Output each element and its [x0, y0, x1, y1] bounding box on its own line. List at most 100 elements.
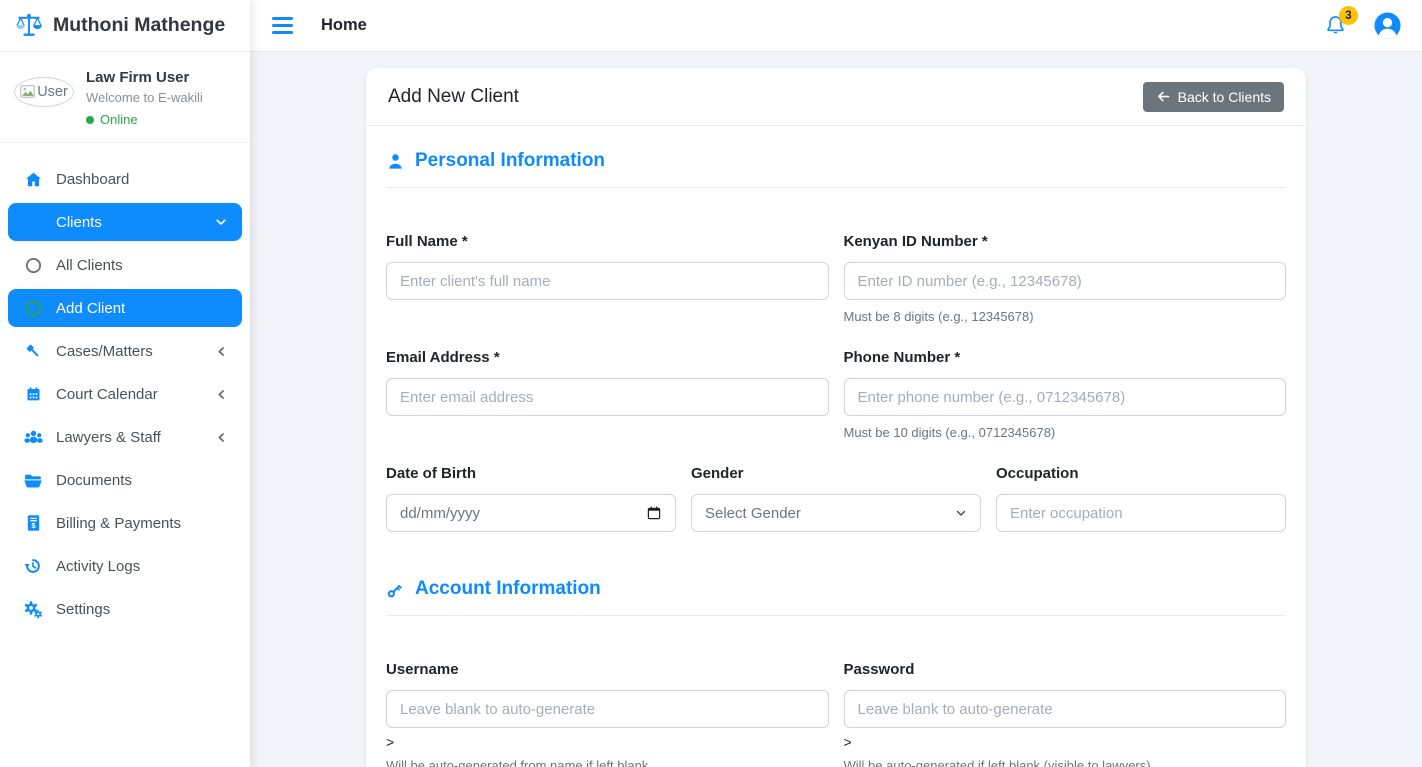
back-to-clients-button[interactable]: Back to Clients [1143, 82, 1284, 112]
sidebar-item-label: Cases/Matters [56, 343, 153, 360]
email-input[interactable] [386, 378, 829, 416]
sidebar-item-activity-logs[interactable]: Activity Logs [8, 547, 242, 585]
sidebar-item-label: Documents [56, 472, 132, 489]
sidebar-item-label: All Clients [56, 257, 123, 274]
gender-select[interactable]: Select Gender [691, 494, 981, 532]
password-help: Will be auto-generated if left blank (vi… [844, 758, 1287, 767]
gavel-icon [21, 342, 45, 360]
broken-image-icon [20, 85, 36, 99]
hamburger-menu-icon[interactable] [272, 17, 293, 34]
cogs-icon [21, 600, 45, 619]
gender-label: Gender [691, 465, 981, 482]
form-row-4: Username > Will be auto-generated from n… [386, 661, 1286, 767]
phone-label: Phone Number * [844, 349, 1287, 366]
form-row-1: Full Name * Kenyan ID Number * Must be 8… [386, 233, 1286, 324]
full-name-input[interactable] [386, 262, 829, 300]
user-welcome: Welcome to E-wakili [86, 90, 203, 105]
sidebar-nav: Dashboard Clients All Clients Add Client [0, 143, 250, 633]
user-panel-info: Law Firm User Welcome to E-wakili Online [86, 69, 203, 127]
key-icon [386, 580, 405, 599]
dob-label: Date of Birth [386, 465, 676, 482]
sidebar-item-label: Dashboard [56, 171, 129, 188]
personal-information-heading: Personal Information [386, 150, 1286, 172]
sidebar-item-label: Court Calendar [56, 386, 158, 403]
field-username: Username > Will be auto-generated from n… [386, 661, 829, 767]
sidebar-item-lawyers-staff[interactable]: Lawyers & Staff [8, 418, 242, 456]
username-input[interactable] [386, 690, 829, 728]
arrow-left-icon [1156, 89, 1171, 104]
kenyan-id-help: Must be 8 digits (e.g., 12345678) [844, 309, 1287, 324]
sidebar-item-billing-payments[interactable]: $ Billing & Payments [8, 504, 242, 542]
svg-text:$: $ [31, 521, 36, 530]
user-avatar[interactable] [1373, 11, 1402, 40]
sidebar-item-dashboard[interactable]: Dashboard [8, 160, 242, 198]
occupation-label: Occupation [996, 465, 1286, 482]
kenyan-id-label: Kenyan ID Number * [844, 233, 1287, 250]
form-row-3: Date of Birth dd/mm/yyyy Gender Select G… [386, 465, 1286, 532]
notifications-bell[interactable]: 3 [1324, 14, 1347, 37]
user-status: Online [86, 112, 203, 127]
occupation-input[interactable] [996, 494, 1286, 532]
field-gender: Gender Select Gender [691, 465, 981, 532]
field-full-name: Full Name * [386, 233, 829, 324]
brand-title: Muthoni Mathenge [53, 14, 225, 37]
chevron-left-icon [215, 345, 228, 358]
sidebar-item-label: Clients [56, 214, 102, 231]
topnav-right: 3 [1324, 11, 1402, 40]
user-name: Law Firm User [86, 69, 203, 86]
calendar-picker-icon[interactable] [646, 505, 662, 521]
broken-avatar-image: User [14, 77, 74, 107]
content-area: Add New Client Back to Clients Personal … [250, 52, 1422, 767]
kenyan-id-input[interactable] [844, 262, 1287, 300]
username-label: Username [386, 661, 829, 678]
field-kenyan-id: Kenyan ID Number * Must be 8 digits (e.g… [844, 233, 1287, 324]
sidebar-item-documents[interactable]: Documents [8, 461, 242, 499]
page-title: Add New Client [388, 86, 519, 108]
password-input[interactable] [844, 690, 1287, 728]
users-icon [21, 428, 45, 446]
top-navbar: Home 3 [250, 0, 1422, 52]
notification-badge[interactable]: 3 [1339, 6, 1358, 25]
full-name-label: Full Name * [386, 233, 829, 250]
username-help: Will be auto-generated from name if left… [386, 758, 829, 767]
phone-input[interactable] [844, 378, 1287, 416]
chevron-down-icon [214, 215, 228, 229]
online-dot [86, 116, 94, 124]
field-password: Password > Will be auto-generated if lef… [844, 661, 1287, 767]
field-phone: Phone Number * Must be 10 digits (e.g., … [844, 349, 1287, 440]
dob-value: dd/mm/yyyy [400, 505, 480, 522]
sidebar-item-all-clients[interactable]: All Clients [8, 246, 242, 284]
sidebar-item-clients[interactable]: Clients [8, 203, 242, 241]
add-client-card: Add New Client Back to Clients Personal … [366, 68, 1306, 767]
field-occupation: Occupation [996, 465, 1286, 532]
username-stray-text: > [386, 735, 829, 749]
sidebar-item-label: Settings [56, 601, 110, 618]
avatar-alt-text: User [37, 84, 68, 100]
sidebar-item-cases-matters[interactable]: Cases/Matters [8, 332, 242, 370]
password-label: Password [844, 661, 1287, 678]
field-dob: Date of Birth dd/mm/yyyy [386, 465, 676, 532]
main-column: Home 3 Add New Client [250, 0, 1422, 767]
sidebar: Muthoni Mathenge User Law Firm User Welc… [0, 0, 250, 767]
folder-open-icon [21, 472, 45, 489]
sidebar-item-settings[interactable]: Settings [8, 590, 242, 628]
online-label: Online [100, 112, 138, 127]
user-circle-icon [1373, 11, 1402, 40]
user-panel: User Law Firm User Welcome to E-wakili O… [0, 52, 250, 143]
field-email: Email Address * [386, 349, 829, 440]
form-row-2: Email Address * Phone Number * Must be 1… [386, 349, 1286, 440]
dob-input[interactable]: dd/mm/yyyy [386, 494, 676, 532]
circle-outline-icon [21, 257, 45, 274]
nav-home-link[interactable]: Home [321, 16, 367, 35]
sidebar-item-add-client[interactable]: Add Client [8, 289, 242, 327]
sidebar-item-court-calendar[interactable]: Court Calendar [8, 375, 242, 413]
gender-selected-value: Select Gender [705, 505, 801, 522]
invoice-dollar-icon: $ [21, 514, 45, 532]
email-label: Email Address * [386, 349, 829, 366]
brand[interactable]: Muthoni Mathenge [0, 0, 250, 52]
balance-scale-icon [14, 12, 44, 39]
circle-outline-icon-green [21, 300, 45, 317]
section-heading-label: Account Information [415, 578, 601, 600]
person-icon [386, 152, 405, 171]
sidebar-item-label: Billing & Payments [56, 515, 181, 532]
